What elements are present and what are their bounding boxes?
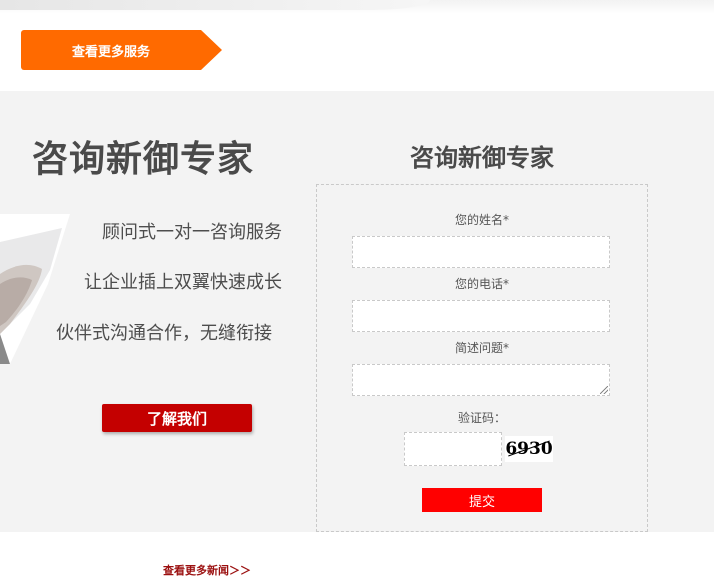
resize-grip-icon[interactable]	[600, 386, 608, 394]
bullet-text: 伙伴式沟通合作，无缝衔接	[56, 323, 272, 344]
more-services-label: 查看更多服务	[71, 44, 150, 60]
more-services-button[interactable]: 查看更多服务	[21, 30, 222, 70]
top-divider	[0, 0, 714, 14]
bullet-text: 让企业插上双翼快速成长	[84, 272, 282, 293]
arrow-shape-icon	[201, 30, 222, 70]
name-field[interactable]	[352, 236, 610, 268]
about-us-button[interactable]: 了解我们	[102, 404, 252, 432]
phone-label: 您的电话*	[454, 277, 509, 291]
bullet-text: 顾问式一对一咨询服务	[102, 222, 282, 243]
submit-button[interactable]: 提交	[422, 488, 542, 512]
form-title: 咨询新御专家	[410, 144, 554, 172]
phone-field[interactable]	[352, 300, 610, 332]
section-title: 咨询新御专家	[32, 139, 255, 180]
captcha-label: 验证码：	[457, 411, 506, 425]
more-news-link[interactable]: 查看更多新闻＞＞	[163, 562, 251, 578]
question-label: 简述问题*	[454, 341, 509, 355]
captcha-input[interactable]	[404, 432, 502, 466]
question-textarea[interactable]	[352, 364, 610, 396]
name-label: 您的姓名*	[454, 213, 509, 227]
captcha-image[interactable]: 6930	[505, 436, 553, 462]
